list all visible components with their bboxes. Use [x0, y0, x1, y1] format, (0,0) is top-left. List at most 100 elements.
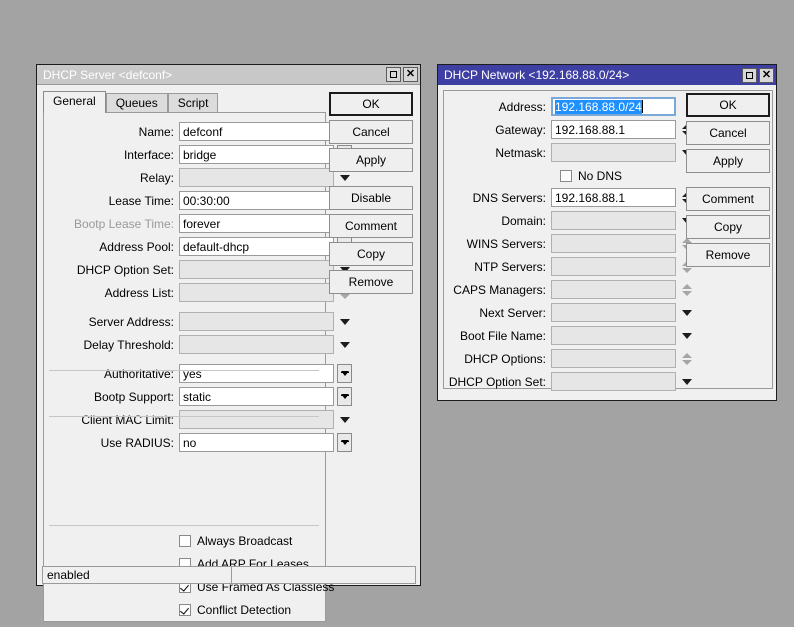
field-input-lease-time[interactable]: 00:30:00: [179, 191, 334, 210]
field-input-use-radius[interactable]: no: [179, 433, 334, 452]
tab-general[interactable]: General: [43, 91, 106, 113]
cancel-button[interactable]: Cancel: [329, 120, 413, 144]
tab-queues[interactable]: Queues: [105, 93, 168, 113]
tab-script[interactable]: Script: [167, 93, 219, 113]
dhcp-server-titlebar[interactable]: DHCP Server <defconf> ✕: [37, 65, 420, 85]
ok-button[interactable]: OK: [686, 93, 770, 117]
field-input-dhcp-option-set: [179, 260, 334, 279]
status-left: enabled: [42, 566, 232, 584]
field-input-interface[interactable]: bridge: [179, 145, 334, 164]
field-input-caps-managers: [551, 280, 676, 299]
remove-button[interactable]: Remove: [329, 270, 413, 294]
field-row-lease-time: Lease Time: 00:30:00: [49, 191, 352, 210]
copy-button[interactable]: Copy: [329, 242, 413, 266]
maximize-icon[interactable]: [386, 67, 401, 82]
field-row-ntp-servers: NTP Servers:: [446, 257, 694, 276]
checkbox-box[interactable]: [179, 604, 191, 616]
checkbox-label: No DNS: [578, 169, 623, 183]
disable-button[interactable]: Disable: [329, 186, 413, 210]
chevron-down-icon[interactable]: [337, 312, 352, 331]
field-label-client-mac-limit: Client MAC Limit:: [81, 412, 174, 427]
field-row-boot-file-name: Boot File Name:: [446, 326, 694, 345]
dhcp-network-title: DHCP Network <192.168.88.0/24>: [444, 68, 630, 82]
field-input-address[interactable]: 192.168.88.0/24: [551, 97, 676, 116]
field-row-server-address: Server Address:: [49, 312, 352, 331]
dhcp-server-window[interactable]: DHCP Server <defconf> ✕ General Queues Scr…: [36, 64, 421, 622]
field-input-wins-servers: [551, 234, 676, 253]
field-input-next-server: [551, 303, 676, 322]
apply-button[interactable]: Apply: [329, 148, 413, 172]
checkbox-conflict-detection[interactable]: Conflict Detection: [179, 603, 291, 617]
field-row-address-pool: Address Pool: default-dhcp: [49, 237, 352, 256]
comment-button[interactable]: Comment: [686, 187, 770, 211]
field-row-next-server: Next Server:: [446, 303, 694, 322]
checkbox-label: Always Broadcast: [197, 534, 293, 548]
field-label-interface: Interface:: [123, 147, 174, 162]
apply-button[interactable]: Apply: [686, 149, 770, 173]
field-row-client-mac-limit: Client MAC Limit:: [49, 410, 352, 429]
checkbox-box[interactable]: [179, 535, 191, 547]
checkbox-no-dns[interactable]: No DNS: [560, 169, 622, 183]
checkbox-always-broadcast[interactable]: Always Broadcast: [179, 534, 292, 548]
chevron-down-icon[interactable]: [337, 335, 352, 354]
field-label-dhcp-option-set: DHCP Option Set:: [448, 374, 546, 389]
field-input-domain: [551, 211, 676, 230]
combo-dropdown-button[interactable]: [337, 364, 352, 383]
field-input-dns-servers[interactable]: 192.168.88.1: [551, 188, 676, 207]
field-label-relay: Relay:: [139, 170, 174, 185]
maximize-icon[interactable]: [742, 67, 757, 83]
field-input-authoritative[interactable]: yes: [179, 364, 334, 383]
field-input-relay: [179, 168, 334, 187]
field-input-client-mac-limit: [179, 410, 334, 429]
window-controls: ✕: [386, 67, 418, 82]
chevron-down-icon[interactable]: [679, 372, 694, 391]
dhcp-network-titlebar[interactable]: DHCP Network <192.168.88.0/24> ✕: [438, 65, 776, 85]
field-row-netmask: Netmask:: [446, 143, 694, 162]
field-row-authoritative: Authoritative: yes: [49, 364, 352, 383]
field-label-delay-threshold: Delay Threshold:: [83, 337, 175, 352]
chevron-down-icon[interactable]: [679, 303, 694, 322]
dhcp-server-statusbar: enabled: [42, 566, 417, 584]
remove-button[interactable]: Remove: [686, 243, 770, 267]
field-group-separator: [49, 416, 319, 417]
dhcp-server-title: DHCP Server <defconf>: [43, 67, 173, 82]
spinner-arrows-icon[interactable]: [679, 349, 694, 368]
field-row-relay: Relay:: [49, 168, 352, 187]
field-row-bootp-support: Bootp Support: static: [49, 387, 352, 406]
combo-dropdown-button[interactable]: [337, 433, 352, 452]
field-label-bootp-lease-time: Bootp Lease Time:: [73, 216, 174, 231]
field-row-interface: Interface: bridge: [49, 145, 352, 164]
close-icon[interactable]: ✕: [403, 67, 418, 82]
field-label-gateway: Gateway:: [495, 122, 546, 137]
field-row-wins-servers: WINS Servers:: [446, 234, 694, 253]
spinner-arrows-icon[interactable]: [679, 280, 694, 299]
close-icon[interactable]: ✕: [759, 67, 774, 83]
ok-button[interactable]: OK: [329, 92, 413, 116]
field-input-delay-threshold: [179, 335, 334, 354]
field-input-address-pool[interactable]: default-dhcp: [179, 237, 334, 256]
chevron-down-icon[interactable]: [679, 326, 694, 345]
comment-button[interactable]: Comment: [329, 214, 413, 238]
field-row-name: Name: defconf: [49, 122, 352, 141]
combo-dropdown-button[interactable]: [337, 387, 352, 406]
field-group-separator: [49, 370, 319, 371]
field-input-gateway[interactable]: 192.168.88.1: [551, 120, 676, 139]
text-caret: [641, 100, 643, 113]
copy-button[interactable]: Copy: [686, 215, 770, 239]
field-row-dns-servers: DNS Servers: 192.168.88.1: [446, 188, 694, 207]
cancel-button[interactable]: Cancel: [686, 121, 770, 145]
field-label-use-radius: Use RADIUS:: [100, 435, 174, 450]
field-row-dhcp-options: DHCP Options:: [446, 349, 694, 368]
field-label-name: Name:: [138, 124, 174, 139]
field-input-bootp-support[interactable]: static: [179, 387, 334, 406]
dhcp-network-window[interactable]: DHCP Network <192.168.88.0/24> ✕ Address…: [437, 64, 777, 401]
field-row-address-list: Address List:: [49, 283, 352, 302]
window-controls: ✕: [742, 67, 774, 83]
dhcp-server-tabstrip[interactable]: General Queues Script: [43, 91, 219, 113]
checkbox-box[interactable]: [560, 170, 572, 182]
chevron-down-icon[interactable]: [337, 410, 352, 429]
field-input-bootp-lease-time[interactable]: forever: [179, 214, 334, 233]
field-input-dhcp-option-set: [551, 372, 676, 391]
field-input-name[interactable]: defconf: [179, 122, 334, 141]
field-label-next-server: Next Server:: [479, 305, 546, 320]
